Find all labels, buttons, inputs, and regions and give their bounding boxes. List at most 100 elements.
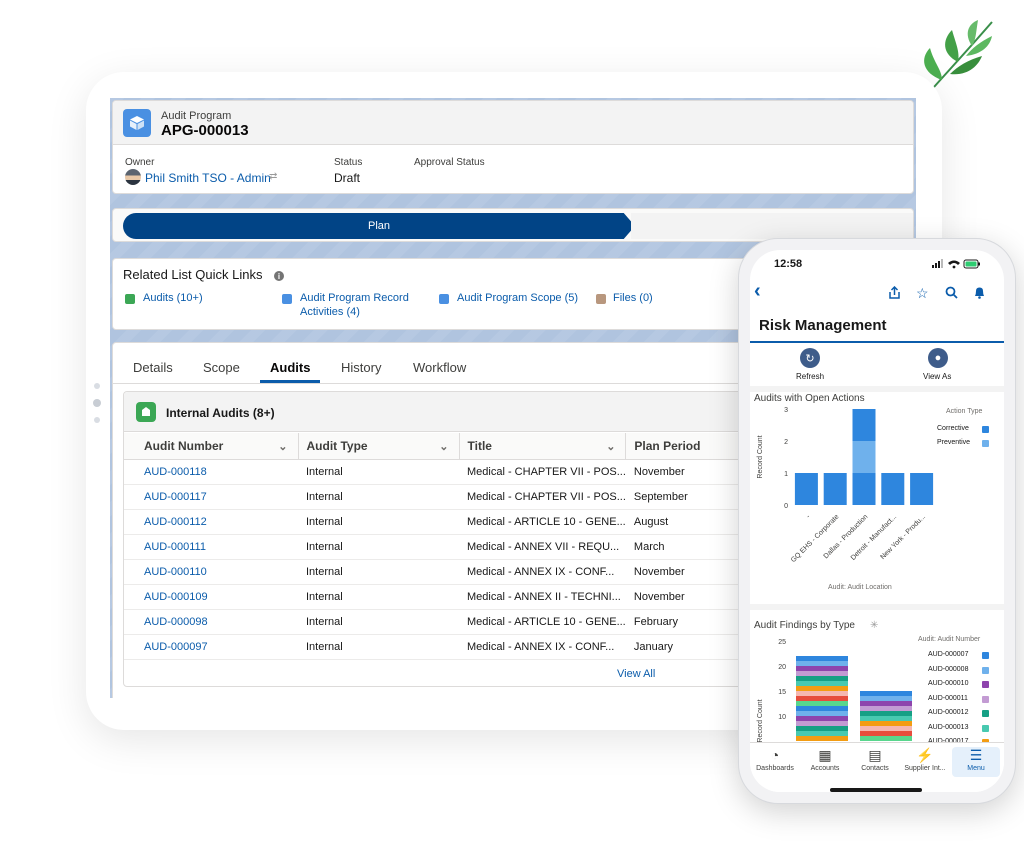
col-audit-type[interactable]: Audit Type ⌄ xyxy=(298,433,460,460)
back-chevron-icon[interactable]: ‹ xyxy=(754,280,761,303)
tab-history[interactable]: History xyxy=(341,360,381,375)
menu-icon: ☰ xyxy=(969,747,983,763)
y-tick-label: 20 xyxy=(778,664,786,671)
tab-scope[interactable]: Scope xyxy=(203,360,240,375)
title-cell: Medical - CHAPTER VII - POS... xyxy=(459,459,626,485)
path-stage-plan[interactable]: Plan xyxy=(123,213,635,239)
bar-segment[interactable] xyxy=(881,473,905,505)
bar-segment[interactable] xyxy=(796,686,848,691)
bar-segment[interactable] xyxy=(796,736,848,741)
title-cell: Medical - ANNEX IX - CONF... xyxy=(459,559,626,585)
quick-link-activities[interactable]: Audit Program Record Activities (4) xyxy=(300,291,420,319)
quick-link-scope[interactable]: Audit Program Scope (5) xyxy=(457,291,578,305)
bar-segment[interactable] xyxy=(796,726,848,731)
bar-segment[interactable] xyxy=(852,409,876,441)
bar-segment[interactable] xyxy=(860,691,912,696)
view-as-button[interactable]: ● xyxy=(928,348,948,368)
tab-workflow[interactable]: Workflow xyxy=(413,360,466,375)
bar-segment[interactable] xyxy=(796,731,848,736)
audit-number-cell[interactable]: AUD-000118 xyxy=(124,459,298,485)
bar-segment[interactable] xyxy=(794,473,818,505)
col-plan-period[interactable]: Plan Period xyxy=(625,433,756,460)
owner-link[interactable]: Phil Smith TSO - Admin xyxy=(145,171,271,185)
bar-segment[interactable] xyxy=(796,666,848,671)
title-cell: Medical - ARTICLE 10 - GENE... xyxy=(459,609,626,635)
audit-type-cell: Internal xyxy=(298,559,459,585)
audit-type-cell: Internal xyxy=(298,609,459,635)
table-row[interactable]: AUD-000118 Internal Medical - CHAPTER VII … xyxy=(124,459,756,485)
bar-segment[interactable] xyxy=(860,711,912,716)
bar-segment[interactable] xyxy=(860,726,912,731)
chart2-title: Audit Findings by Type xyxy=(754,620,855,631)
bar-segment[interactable] xyxy=(860,706,912,711)
chevron-down-icon[interactable]: ⌄ xyxy=(439,440,448,453)
bar-segment[interactable] xyxy=(860,731,912,736)
legend-swatch xyxy=(982,652,989,659)
tab-audits[interactable]: Audits xyxy=(270,360,310,375)
audit-number-cell[interactable]: AUD-000109 xyxy=(124,584,298,610)
quick-link-audits[interactable]: Audits (10+) xyxy=(143,291,203,305)
bar-segment[interactable] xyxy=(796,676,848,681)
bar-segment[interactable] xyxy=(860,736,912,741)
bar-segment[interactable] xyxy=(796,696,848,701)
table-row[interactable]: AUD-000098 Internal Medical - ARTICLE 10 -… xyxy=(124,609,756,635)
path-stage-next[interactable] xyxy=(631,213,913,239)
table-row[interactable]: AUD-000112 Internal Medical - ARTICLE 10 -… xyxy=(124,509,756,535)
bar-segment[interactable] xyxy=(796,691,848,696)
bar-segment[interactable] xyxy=(796,711,848,716)
audit-type-cell: Internal xyxy=(298,584,459,610)
bar-segment[interactable] xyxy=(852,473,876,505)
star-icon[interactable]: ☆ xyxy=(916,285,929,302)
legend-preventive: Preventive xyxy=(937,439,971,446)
audit-number-cell[interactable]: AUD-000097 xyxy=(124,634,298,660)
col-title[interactable]: Title ⌄ xyxy=(459,433,627,460)
info-icon[interactable]: i xyxy=(274,271,284,281)
tab-accounts[interactable]: ▦ Accounts xyxy=(800,747,850,772)
bar-segment[interactable] xyxy=(796,716,848,721)
bar-segment[interactable] xyxy=(860,696,912,701)
chevron-down-icon[interactable]: ⌄ xyxy=(278,440,287,453)
bar-segment[interactable] xyxy=(860,721,912,726)
audit-number-cell[interactable]: AUD-000098 xyxy=(124,609,298,635)
bar-segment[interactable] xyxy=(860,716,912,721)
legend-swatch xyxy=(982,666,989,674)
tab-supplier[interactable]: ⚡ Supplier Int... xyxy=(900,747,950,772)
bar-segment[interactable] xyxy=(796,671,848,676)
tab-menu[interactable]: ☰ Menu xyxy=(952,747,1000,777)
table-row[interactable]: AUD-000117 Internal Medical - CHAPTER VII … xyxy=(124,484,756,510)
bar-segment[interactable] xyxy=(796,721,848,726)
audit-number-cell[interactable]: AUD-000117 xyxy=(124,484,298,510)
bar-segment[interactable] xyxy=(796,656,848,661)
audit-number-cell[interactable]: AUD-000112 xyxy=(124,509,298,535)
table-row[interactable]: AUD-000110 Internal Medical - ANNEX IX - C… xyxy=(124,559,756,585)
audit-type-cell: Internal xyxy=(298,534,459,560)
bar-segment[interactable] xyxy=(796,706,848,711)
bar-segment[interactable] xyxy=(796,681,848,686)
table-row[interactable]: AUD-000111 Internal Medical - ANNEX VII - … xyxy=(124,534,756,560)
tab-details[interactable]: Details xyxy=(133,360,173,375)
tab-dashboards[interactable]: ◔ Dashboards xyxy=(750,747,800,772)
bell-icon[interactable] xyxy=(973,286,986,304)
quick-link-files[interactable]: Files (0) xyxy=(613,291,653,305)
table-row[interactable]: AUD-000109 Internal Medical - ANNEX II - T… xyxy=(124,584,756,610)
tab-contacts[interactable]: ▤ Contacts xyxy=(850,747,900,772)
change-owner-icon[interactable]: ⇄ xyxy=(269,171,277,182)
audit-number-cell[interactable]: AUD-000110 xyxy=(124,559,298,585)
chevron-down-icon[interactable]: ⌄ xyxy=(606,440,615,453)
plan-period-cell: March xyxy=(625,534,756,560)
bar-segment[interactable] xyxy=(860,701,912,706)
title-cell: Medical - ANNEX VII - REQU... xyxy=(459,534,626,560)
lightning-icon: ⚡ xyxy=(916,747,934,763)
bar-segment[interactable] xyxy=(796,661,848,666)
table-row[interactable]: AUD-000097 Internal Medical - ANNEX IX - C… xyxy=(124,634,756,660)
search-icon[interactable] xyxy=(945,286,958,304)
bar-segment[interactable] xyxy=(796,701,848,706)
bar-segment[interactable] xyxy=(910,473,934,505)
refresh-button[interactable]: ↻ xyxy=(800,348,820,368)
share-icon[interactable] xyxy=(888,285,901,304)
view-all-link[interactable]: View All xyxy=(617,668,655,680)
plan-period-cell: November xyxy=(625,459,756,485)
col-audit-number[interactable]: Audit Number ⌄ xyxy=(124,433,299,460)
audit-number-cell[interactable]: AUD-000111 xyxy=(124,534,298,560)
bar-segment[interactable] xyxy=(823,473,847,505)
